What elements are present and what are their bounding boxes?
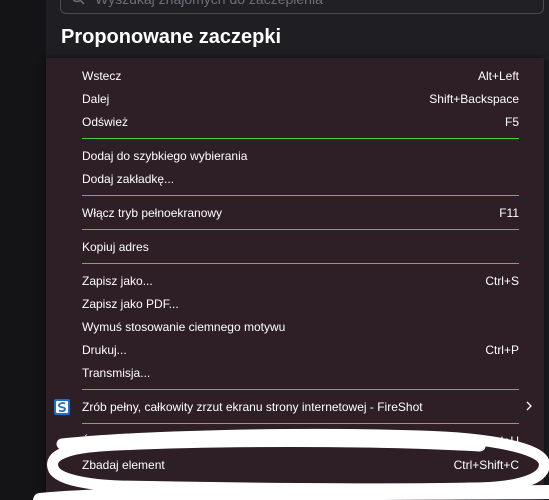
menu-item-label: Zbadaj element — [82, 458, 165, 472]
menu-item-label: Transmisja... — [82, 366, 151, 380]
menu-item-save-pdf[interactable]: Zapisz jako PDF... — [46, 293, 544, 316]
search-box[interactable] — [60, 0, 544, 14]
menu-item-back[interactable]: Wstecz Alt+Left — [46, 65, 544, 88]
search-icon — [72, 0, 85, 5]
section-title: Proponowane zaczepki — [61, 26, 282, 48]
menu-separator — [82, 138, 519, 139]
menu-item-label: Zrób pełny, całkowity zrzut ekranu stron… — [82, 400, 423, 414]
menu-item-label: Dalej — [82, 92, 110, 106]
menu-item-label: Odśwież — [82, 115, 129, 129]
left-sidebar-strip — [0, 0, 46, 500]
search-input[interactable] — [95, 0, 515, 9]
menu-item-shortcut: Shift+Backspace — [429, 92, 519, 106]
menu-item-add-bookmark[interactable]: Dodaj zakładkę... — [46, 168, 544, 191]
menu-separator — [82, 229, 519, 230]
menu-item-label: Kopiuj adres — [82, 240, 149, 254]
menu-item-shortcut: Alt+Left — [477, 69, 519, 83]
context-menu: Wstecz Alt+Left Dalej Shift+Backspace Od… — [46, 58, 544, 500]
menu-item-label: Włącz tryb pełnoekranowy — [82, 206, 223, 220]
menu-item-label: Dodaj zakładkę... — [82, 172, 175, 186]
menu-item-copy-address[interactable]: Kopiuj adres — [46, 236, 544, 259]
menu-item-view-source[interactable]: Źródło Ctrl+U — [46, 430, 544, 453]
menu-separator — [82, 195, 519, 196]
menu-item-print[interactable]: Drukuj... Ctrl+P — [46, 339, 544, 362]
menu-separator — [82, 263, 519, 264]
fireshot-icon — [54, 399, 70, 415]
menu-item-add-speed-dial[interactable]: Dodaj do szybkiego wybierania — [46, 145, 544, 168]
menu-item-force-dark-mode[interactable]: Wymuś stosowanie ciemnego motywu — [46, 316, 544, 339]
menu-item-shortcut: Ctrl+Shift+C — [453, 458, 519, 472]
menu-item-shortcut: F11 — [499, 206, 519, 220]
menu-separator — [82, 423, 519, 424]
menu-item-label: Zapisz jako... — [82, 274, 153, 288]
menu-item-fireshot[interactable]: Zrób pełny, całkowity zrzut ekranu stron… — [46, 396, 544, 419]
menu-item-shortcut: Ctrl+P — [485, 343, 519, 357]
menu-item-forward[interactable]: Dalej Shift+Backspace — [46, 88, 544, 111]
menu-item-cast[interactable]: Transmisja... — [46, 362, 544, 385]
menu-item-label: Zapisz jako PDF... — [82, 297, 179, 311]
menu-item-fullscreen[interactable]: Włącz tryb pełnoekranowy F11 — [46, 202, 544, 225]
menu-item-inspect[interactable]: Zbadaj element Ctrl+Shift+C — [46, 454, 544, 477]
menu-item-label: Dodaj do szybkiego wybierania — [82, 149, 248, 163]
chevron-right-icon — [526, 401, 532, 411]
menu-separator — [82, 389, 519, 390]
menu-item-label: Drukuj... — [82, 343, 127, 357]
menu-item-shortcut: Ctrl+S — [485, 274, 519, 288]
menu-item-label: Źródło — [82, 434, 117, 448]
menu-item-reload[interactable]: Odśwież F5 — [46, 111, 544, 134]
menu-item-label: Wstecz — [82, 69, 122, 83]
menu-item-save-as[interactable]: Zapisz jako... Ctrl+S — [46, 270, 544, 293]
menu-item-shortcut: F5 — [504, 115, 519, 129]
menu-item-label: Wymuś stosowanie ciemnego motywu — [82, 320, 286, 334]
menu-item-shortcut: Ctrl+U — [484, 434, 519, 448]
